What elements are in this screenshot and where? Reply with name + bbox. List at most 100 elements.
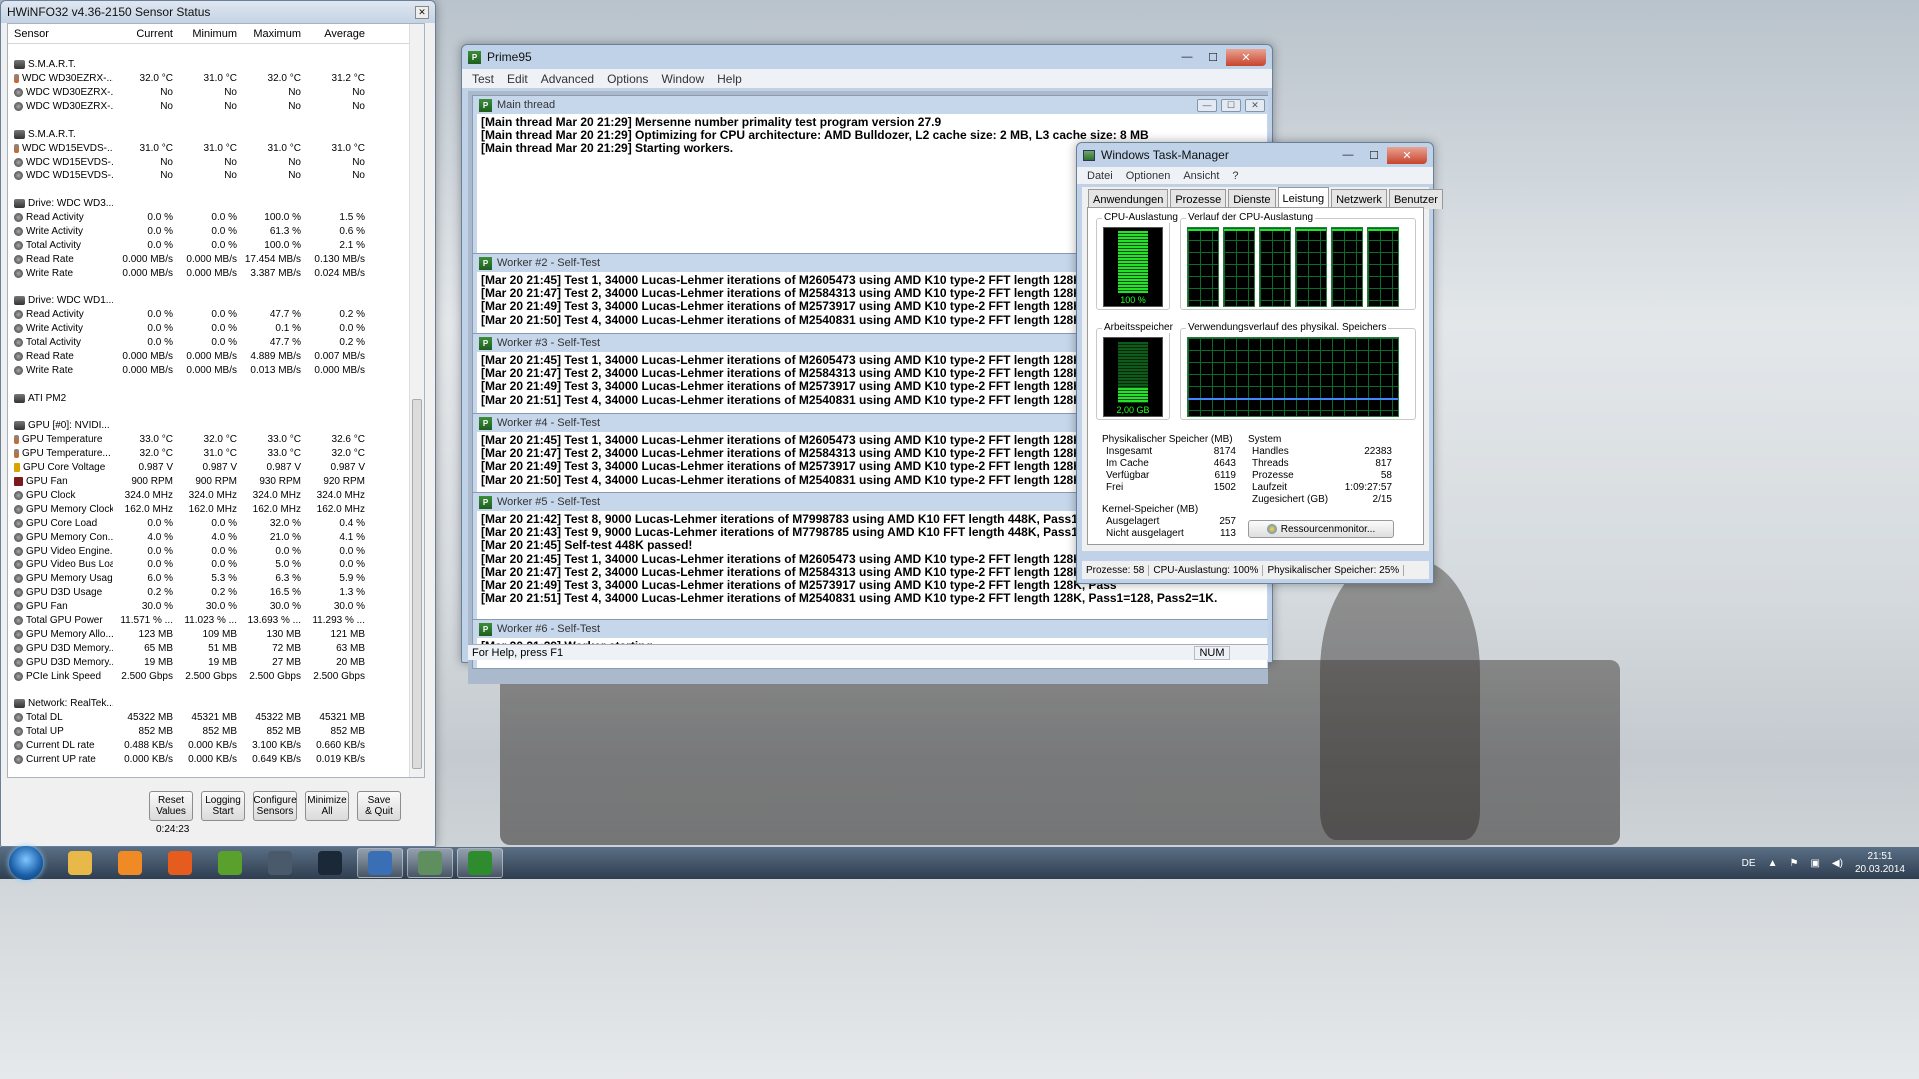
hwinfo-window[interactable]: HWiNFO32 v4.36-2150 Sensor Status ✕ Sens… bbox=[0, 0, 436, 847]
maximize-icon[interactable]: ☐ bbox=[1221, 98, 1241, 112]
menu-window[interactable]: Window bbox=[661, 72, 704, 86]
table-row[interactable]: Total Activity 0.0 % 0.0 % 100.0 % 2.1 % bbox=[8, 238, 424, 252]
prime95-titlebar[interactable]: P Prime95 — ☐ ✕ bbox=[462, 45, 1272, 69]
table-row[interactable]: GPU D3D Memory... 19 MB 19 MB 27 MB 20 MB bbox=[8, 655, 424, 669]
sensor-group-row[interactable]: ATI PM2 bbox=[8, 391, 424, 405]
col-maximum[interactable]: Maximum bbox=[241, 28, 305, 40]
table-row[interactable]: PCIe Link Speed 2.500 Gbps 2.500 Gbps 2.500… bbox=[8, 669, 424, 683]
taskbar-button[interactable] bbox=[107, 848, 153, 878]
sensor-group-row[interactable]: Drive: WDC WD1... bbox=[8, 294, 424, 308]
language-indicator[interactable]: DE bbox=[1742, 858, 1756, 869]
table-row[interactable]: GPU Memory Con... 4.0 % 4.0 % 21.0 % 4.1 % bbox=[8, 530, 424, 544]
minimize-icon[interactable]: — bbox=[1174, 49, 1200, 66]
menu-item[interactable]: ? bbox=[1232, 170, 1238, 182]
table-row[interactable]: GPU Clock 324.0 MHz 324.0 MHz 324.0 MHz 324.… bbox=[8, 489, 424, 503]
menu-edit[interactable]: Edit bbox=[507, 72, 528, 86]
col-average[interactable]: Average bbox=[305, 28, 369, 40]
save-quit-button[interactable]: Save & Quit bbox=[357, 791, 401, 821]
close-icon[interactable]: ✕ bbox=[415, 5, 429, 19]
menu-test[interactable]: Test bbox=[472, 72, 494, 86]
network-icon[interactable]: ▣ bbox=[1810, 858, 1819, 869]
logging-start-button[interactable]: Logging Start bbox=[201, 791, 245, 821]
tab-benutzer[interactable]: Benutzer bbox=[1388, 189, 1443, 209]
table-row[interactable]: GPU Video Bus Load 0.0 % 0.0 % 5.0 % 0.0 % bbox=[8, 558, 424, 572]
taskmanager-window[interactable]: Windows Task-Manager — ☐ ✕ Datei Optionen An… bbox=[1076, 142, 1443, 584]
clock[interactable]: 21:51 20.03.2014 bbox=[1855, 850, 1905, 876]
table-row[interactable]: Total DL 45322 MB 45321 MB 45322 MB 45321 MB bbox=[8, 711, 424, 725]
configure-sensors-button[interactable]: Configure Sensors bbox=[253, 791, 297, 821]
taskbar-button[interactable] bbox=[157, 848, 203, 878]
start-button[interactable] bbox=[9, 846, 43, 880]
sensor-group-row[interactable]: Drive: WDC WD3... bbox=[8, 197, 424, 211]
table-row[interactable]: Write Activity 0.0 % 0.0 % 61.3 % 0.6 % bbox=[8, 225, 424, 239]
table-row[interactable]: Write Rate 0.000 MB/s 0.000 MB/s 0.013 MB/s… bbox=[8, 363, 424, 377]
menu-help[interactable]: Help bbox=[717, 72, 742, 86]
worker-titlebar[interactable]: P Main thread — ☐ ✕ bbox=[473, 96, 1268, 114]
table-row[interactable]: Read Rate 0.000 MB/s 0.000 MB/s 4.889 MB/s 0… bbox=[8, 350, 424, 364]
table-row[interactable]: GPU Fan 900 RPM 900 RPM 930 RPM 920 RPM bbox=[8, 475, 424, 489]
maximize-icon[interactable]: ☐ bbox=[1200, 49, 1226, 66]
tray-expand-icon[interactable]: ▲ bbox=[1768, 858, 1778, 869]
table-row[interactable]: GPU Fan 30.0 % 30.0 % 30.0 % 30.0 % bbox=[8, 600, 424, 614]
maximize-icon[interactable]: ☐ bbox=[1361, 147, 1387, 164]
taskbar-button[interactable] bbox=[357, 848, 403, 878]
taskbar-button[interactable] bbox=[57, 848, 103, 878]
col-minimum[interactable]: Minimum bbox=[177, 28, 241, 40]
minimize-all-button[interactable]: Minimize All bbox=[305, 791, 349, 821]
table-row[interactable]: GPU Video Engine... 0.0 % 0.0 % 0.0 % 0.0 % bbox=[8, 544, 424, 558]
table-row[interactable]: GPU Memory Usage 6.0 % 5.3 % 6.3 % 5.9 % bbox=[8, 572, 424, 586]
col-sensor[interactable]: Sensor bbox=[8, 28, 113, 40]
taskbar-button[interactable] bbox=[207, 848, 253, 878]
reset-values-button[interactable]: Reset Values bbox=[149, 791, 193, 821]
scrollbar-thumb[interactable] bbox=[412, 399, 422, 769]
table-row[interactable]: Current DL rate 0.488 KB/s 0.000 KB/s 3.100… bbox=[8, 739, 424, 753]
table-row[interactable]: Read Activity 0.0 % 0.0 % 47.7 % 0.2 % bbox=[8, 308, 424, 322]
tab-anwendungen[interactable]: Anwendungen bbox=[1088, 189, 1169, 209]
close-icon[interactable]: ✕ bbox=[1387, 146, 1427, 164]
table-row[interactable]: GPU Core Voltage 0.987 V 0.987 V 0.987 V 0.9… bbox=[8, 461, 424, 475]
worker-titlebar[interactable]: P Worker #6 - Self-Test bbox=[473, 620, 1268, 638]
table-row[interactable]: WDC WD30EZRX-... No No No No bbox=[8, 100, 424, 114]
volume-icon[interactable]: ◀) bbox=[1832, 858, 1843, 869]
tab-prozesse[interactable]: Prozesse bbox=[1170, 189, 1227, 209]
sensor-group-row[interactable]: Network: RealTek... bbox=[8, 697, 424, 711]
menu-options[interactable]: Options bbox=[607, 72, 648, 86]
table-row[interactable]: GPU D3D Memory... 65 MB 51 MB 72 MB 63 MB bbox=[8, 641, 424, 655]
taskbar-button[interactable] bbox=[407, 848, 453, 878]
minimize-icon[interactable]: — bbox=[1335, 147, 1361, 164]
tab-leistung[interactable]: Leistung bbox=[1277, 187, 1330, 209]
menu-advanced[interactable]: Advanced bbox=[541, 72, 594, 86]
sensor-group-row[interactable]: S.M.A.R.T. bbox=[8, 127, 424, 141]
table-row[interactable]: WDC WD15EVDS-... No No No No bbox=[8, 169, 424, 183]
tab-dienste[interactable]: Dienste bbox=[1228, 189, 1276, 209]
close-icon[interactable]: ✕ bbox=[1245, 98, 1265, 112]
table-row[interactable]: GPU Temperature... 32.0 °C 31.0 °C 33.0 °C 3… bbox=[8, 447, 424, 461]
table-row[interactable]: GPU Memory Clock 162.0 MHz 162.0 MHz 162.0 … bbox=[8, 502, 424, 516]
table-row[interactable]: GPU Memory Allo... 123 MB 109 MB 130 MB 121 … bbox=[8, 627, 424, 641]
table-row[interactable]: WDC WD30EZRX-... 32.0 °C 31.0 °C 32.0 °C 31.… bbox=[8, 72, 424, 86]
menu-item[interactable]: Datei bbox=[1087, 170, 1113, 182]
close-icon[interactable]: ✕ bbox=[1226, 48, 1266, 66]
hwinfo-titlebar[interactable]: HWiNFO32 v4.36-2150 Sensor Status ✕ bbox=[1, 1, 435, 23]
minimize-icon[interactable]: — bbox=[1197, 98, 1217, 112]
taskmanager-titlebar[interactable]: Windows Task-Manager — ☐ ✕ bbox=[1077, 143, 1433, 167]
vertical-scrollbar[interactable] bbox=[409, 24, 424, 777]
taskbar-button[interactable] bbox=[307, 848, 353, 878]
table-row[interactable]: GPU Core Load 0.0 % 0.0 % 32.0 % 0.4 % bbox=[8, 516, 424, 530]
table-row[interactable]: WDC WD15EVDS-... No No No No bbox=[8, 155, 424, 169]
table-row[interactable]: Total UP 852 MB 852 MB 852 MB 852 MB bbox=[8, 725, 424, 739]
table-row[interactable]: Write Rate 0.000 MB/s 0.000 MB/s 3.387 MB/s… bbox=[8, 266, 424, 280]
taskbar-button[interactable] bbox=[257, 848, 303, 878]
table-row[interactable]: Current UP rate 0.000 KB/s 0.000 KB/s 0.649… bbox=[8, 752, 424, 766]
table-row[interactable]: Read Rate 0.000 MB/s 0.000 MB/s 17.454 MB/s… bbox=[8, 252, 424, 266]
table-row[interactable]: Read Activity 0.0 % 0.0 % 100.0 % 1.5 % bbox=[8, 211, 424, 225]
table-row[interactable]: Total Activity 0.0 % 0.0 % 47.7 % 0.2 % bbox=[8, 336, 424, 350]
table-row[interactable]: Total GPU Power 11.571 % ... 11.023 % ... 1… bbox=[8, 614, 424, 628]
resource-monitor-button[interactable]: Ressourcenmonitor... bbox=[1248, 520, 1394, 538]
table-row[interactable]: WDC WD15EVDS-... 31.0 °C 31.0 °C 31.0 °C 31.… bbox=[8, 141, 424, 155]
flag-icon[interactable]: ⚑ bbox=[1789, 858, 1798, 869]
table-row[interactable]: GPU D3D Usage 0.2 % 0.2 % 16.5 % 1.3 % bbox=[8, 586, 424, 600]
menu-item[interactable]: Ansicht bbox=[1183, 170, 1219, 182]
col-current[interactable]: Current bbox=[113, 28, 177, 40]
menu-item[interactable]: Optionen bbox=[1126, 170, 1171, 182]
